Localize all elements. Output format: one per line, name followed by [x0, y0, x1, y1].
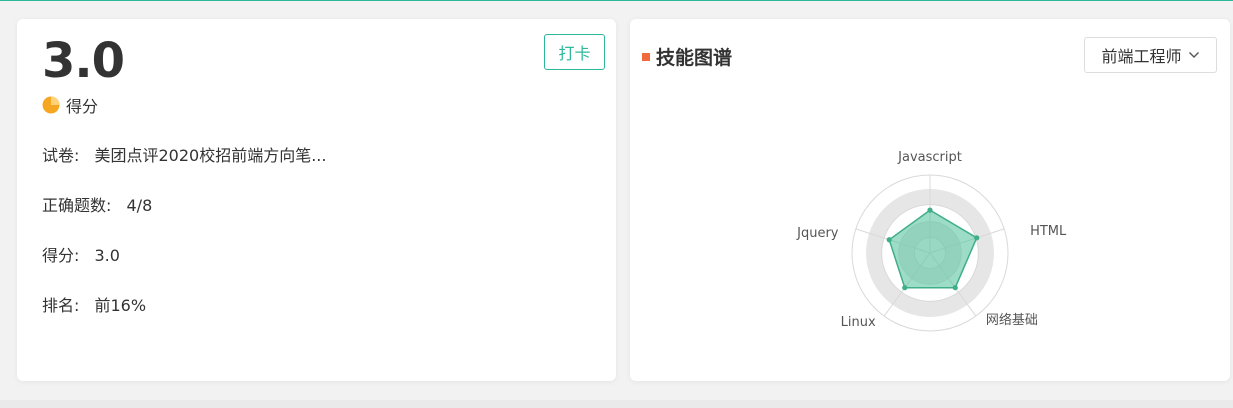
radar-point-0: [927, 207, 933, 213]
paper-row: 试卷: 美团点评2020校招前端方向笔...: [42, 142, 326, 166]
radar-axis-label-1: HTML: [1030, 224, 1067, 239]
radar-point-3: [902, 285, 908, 291]
checkin-button[interactable]: 打卡: [544, 34, 605, 70]
bottom-band: [0, 400, 1233, 408]
skill-radar-chart: Javascript HTML 网络基础 Linux Jquery: [796, 150, 1067, 332]
role-select[interactable]: 前端工程师: [1084, 37, 1217, 73]
skill-map-card: 技能图谱 前端工程师 Javascript HTML 网络基础 Linux Jquery: [630, 19, 1230, 381]
skill-map-header: 技能图谱: [642, 43, 732, 70]
radar-axis-label-3: Linux: [841, 315, 876, 330]
radar-point-4: [886, 237, 892, 243]
chevron-down-icon: [1188, 51, 1200, 59]
score-value: 3.0: [42, 33, 125, 89]
title-marker: [642, 52, 650, 61]
radar-axis-label-4: Jquery: [796, 226, 839, 241]
top-accent-line: [0, 0, 1233, 1]
pie-chart-icon: [42, 96, 60, 114]
radar-axis-label-0: Javascript: [897, 150, 962, 165]
score-label: 得分: [66, 97, 99, 116]
rank-row: 排名: 前16%: [42, 292, 146, 316]
paper-value: 美团点评2020校招前端方向笔...: [94, 146, 327, 165]
score-label-row: 得分: [42, 93, 98, 117]
rank-value: 前16%: [94, 296, 147, 315]
correct-count-value: 4/8: [126, 196, 153, 215]
skill-map-title: 技能图谱: [656, 47, 733, 69]
correct-count-label: 正确题数:: [42, 196, 112, 215]
radar-axis-label-2: 网络基础: [986, 312, 1038, 328]
exam-result-card: 3.0 得分 打卡 试卷: 美团点评2020校招前端方向笔... 正确题数: 4…: [17, 19, 616, 381]
radar-point-1: [974, 235, 980, 241]
correct-count-row: 正确题数: 4/8: [42, 192, 152, 216]
rank-label: 排名:: [42, 296, 80, 315]
radar-point-2: [952, 285, 958, 291]
score-row: 得分: 3.0: [42, 242, 120, 266]
score-row-label: 得分:: [42, 246, 80, 265]
role-select-value: 前端工程师: [1101, 47, 1182, 66]
paper-label: 试卷:: [42, 146, 80, 165]
score-row-value: 3.0: [94, 246, 120, 265]
